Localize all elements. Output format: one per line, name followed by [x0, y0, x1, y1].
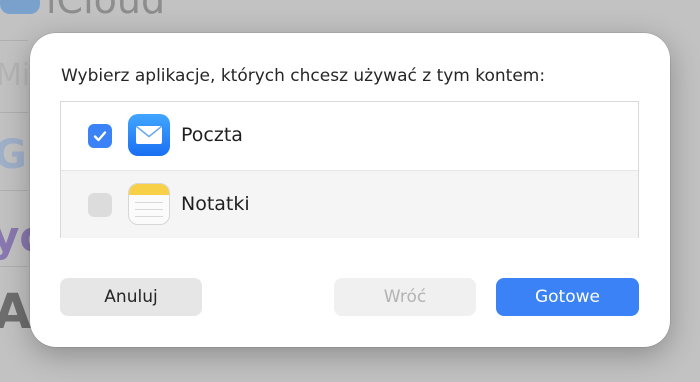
back-button[interactable]: Wróć [334, 278, 476, 316]
cancel-button[interactable]: Anuluj [60, 278, 202, 316]
icloud-logo-icon [0, 0, 40, 14]
list-item-notes[interactable]: Notatki [61, 170, 638, 238]
list-item-mail[interactable]: Poczta [61, 102, 638, 170]
background-provider-aol: A [0, 284, 32, 340]
notes-label: Notatki [181, 193, 250, 215]
background-provider-icloud: iCloud [46, 0, 166, 22]
mail-label: Poczta [181, 124, 243, 146]
divider [0, 190, 28, 191]
divider [0, 112, 28, 113]
done-button[interactable]: Gotowe [496, 278, 639, 316]
checkmark-icon [93, 131, 107, 142]
divider [0, 40, 28, 41]
notes-icon [128, 183, 170, 225]
notes-checkbox[interactable] [88, 193, 112, 217]
apps-list: Poczta Notatki [60, 101, 639, 238]
divider [0, 266, 28, 267]
dialog-prompt: Wybierz aplikacje, których chcesz używać… [61, 66, 546, 86]
account-apps-dialog: Wybierz aplikacje, których chcesz używać… [30, 33, 670, 347]
background-provider-google: G [0, 132, 27, 178]
mail-checkbox[interactable] [88, 124, 112, 148]
mail-icon [128, 114, 170, 156]
